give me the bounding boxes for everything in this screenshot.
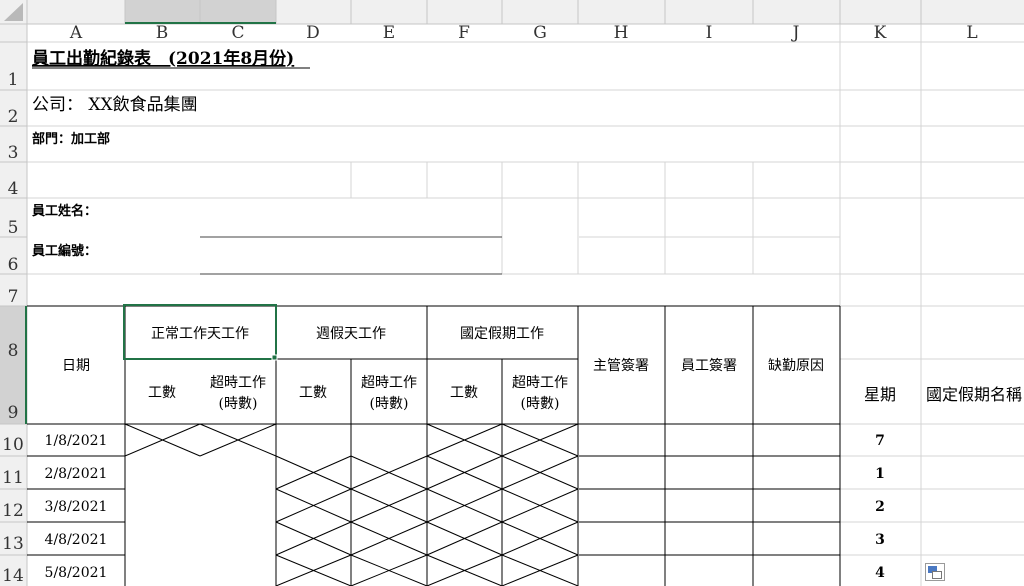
- col-header-a[interactable]: A: [69, 23, 83, 43]
- spreadsheet-grid[interactable]: A B C D E F G H I J K L 1 2 3 4 5 6 7 8 …: [0, 0, 1024, 586]
- header-supervisor-sign[interactable]: 主管簽署: [593, 357, 649, 374]
- row-header-11[interactable]: 11: [2, 468, 24, 488]
- paste-options-icon[interactable]: [925, 563, 945, 581]
- date-cell[interactable]: 1/8/2021: [45, 433, 108, 449]
- row-header-13[interactable]: 13: [2, 534, 24, 554]
- row-header-6[interactable]: 6: [8, 255, 19, 275]
- col-header-l[interactable]: L: [966, 23, 977, 43]
- header-overtime-hours[interactable]: (時數): [219, 396, 258, 412]
- header-overtime[interactable]: 超時工作: [512, 375, 568, 391]
- row-header-4[interactable]: 4: [8, 179, 19, 199]
- row-header-3[interactable]: 3: [8, 143, 19, 163]
- weekday-cell[interactable]: 3: [875, 532, 885, 548]
- header-work-count[interactable]: 工數: [299, 385, 327, 401]
- date-cell[interactable]: 5/8/2021: [45, 565, 108, 581]
- col-header-b[interactable]: B: [156, 23, 169, 43]
- header-separators: [0, 0, 1024, 586]
- date-cell[interactable]: 2/8/2021: [45, 466, 108, 482]
- header-overtime[interactable]: 超時工作: [361, 375, 417, 391]
- header-overtime-hours[interactable]: (時數): [370, 396, 409, 412]
- company-label[interactable]: 公司： XX飲食品集團: [32, 95, 198, 115]
- employee-id-label[interactable]: 員工編號：: [31, 243, 97, 259]
- header-normal-work[interactable]: 正常工作天工作: [151, 326, 249, 342]
- row-header-7[interactable]: 7: [8, 287, 19, 307]
- fill-handle[interactable]: [271, 354, 278, 361]
- header-work-count[interactable]: 工數: [148, 385, 176, 401]
- department-label[interactable]: 部門：加工部: [32, 131, 110, 147]
- col-header-c[interactable]: C: [231, 23, 244, 43]
- row-header-1[interactable]: 1: [8, 70, 19, 90]
- date-cell[interactable]: 4/8/2021: [45, 532, 108, 548]
- header-overtime-hours[interactable]: (時數): [521, 396, 560, 412]
- column-headers: A B C D E F G H I J K L: [69, 23, 978, 43]
- row-header-10[interactable]: 10: [2, 435, 24, 455]
- col-header-j[interactable]: J: [791, 23, 800, 43]
- row-header-14[interactable]: 14: [2, 566, 24, 586]
- row-header-5[interactable]: 5: [8, 218, 19, 238]
- document-icon: [932, 571, 942, 579]
- header-weekend-work[interactable]: 週假天工作: [316, 326, 386, 342]
- row-header-12[interactable]: 12: [2, 501, 24, 521]
- header-weekday[interactable]: 星期: [864, 385, 896, 404]
- weekday-cell[interactable]: 4: [875, 565, 885, 581]
- row-header-2[interactable]: 2: [8, 107, 19, 127]
- header-date[interactable]: 日期: [62, 358, 90, 374]
- col-header-g[interactable]: G: [533, 23, 547, 43]
- header-holiday-name[interactable]: 國定假期名稱: [926, 385, 1022, 404]
- header-holiday-work[interactable]: 國定假期工作: [460, 326, 544, 342]
- col-header-f[interactable]: F: [458, 23, 470, 43]
- employee-name-label[interactable]: 員工姓名：: [31, 203, 97, 219]
- header-absence-reason[interactable]: 缺勤原因: [768, 358, 824, 374]
- weekday-cells: 7 1 2 3 4: [875, 433, 885, 581]
- row-header-8[interactable]: 8: [8, 341, 19, 361]
- weekday-cell[interactable]: 2: [875, 499, 885, 515]
- date-cell[interactable]: 3/8/2021: [45, 499, 108, 515]
- weekday-cell[interactable]: 1: [875, 466, 885, 482]
- header-employee-sign[interactable]: 員工簽署: [681, 357, 737, 374]
- weekday-cell[interactable]: 7: [875, 433, 885, 449]
- col-header-h[interactable]: H: [614, 23, 629, 43]
- header-overtime[interactable]: 超時工作: [210, 375, 266, 391]
- col-header-i[interactable]: I: [706, 23, 713, 43]
- table-headers: 日期 正常工作天工作 週假天工作 國定假期工作 主管簽署 員工簽署 缺勤原因 工…: [62, 326, 824, 412]
- sheet-title[interactable]: 員工出勤紀錄表 (2021年8月份): [31, 48, 294, 69]
- col-header-k[interactable]: K: [874, 23, 887, 43]
- row-header-9[interactable]: 9: [8, 403, 19, 423]
- col-header-d[interactable]: D: [306, 23, 320, 43]
- col-header-e[interactable]: E: [383, 23, 395, 43]
- header-work-count[interactable]: 工數: [450, 385, 478, 401]
- date-cells: 1/8/2021 2/8/2021 3/8/2021 4/8/2021 5/8/…: [45, 433, 108, 581]
